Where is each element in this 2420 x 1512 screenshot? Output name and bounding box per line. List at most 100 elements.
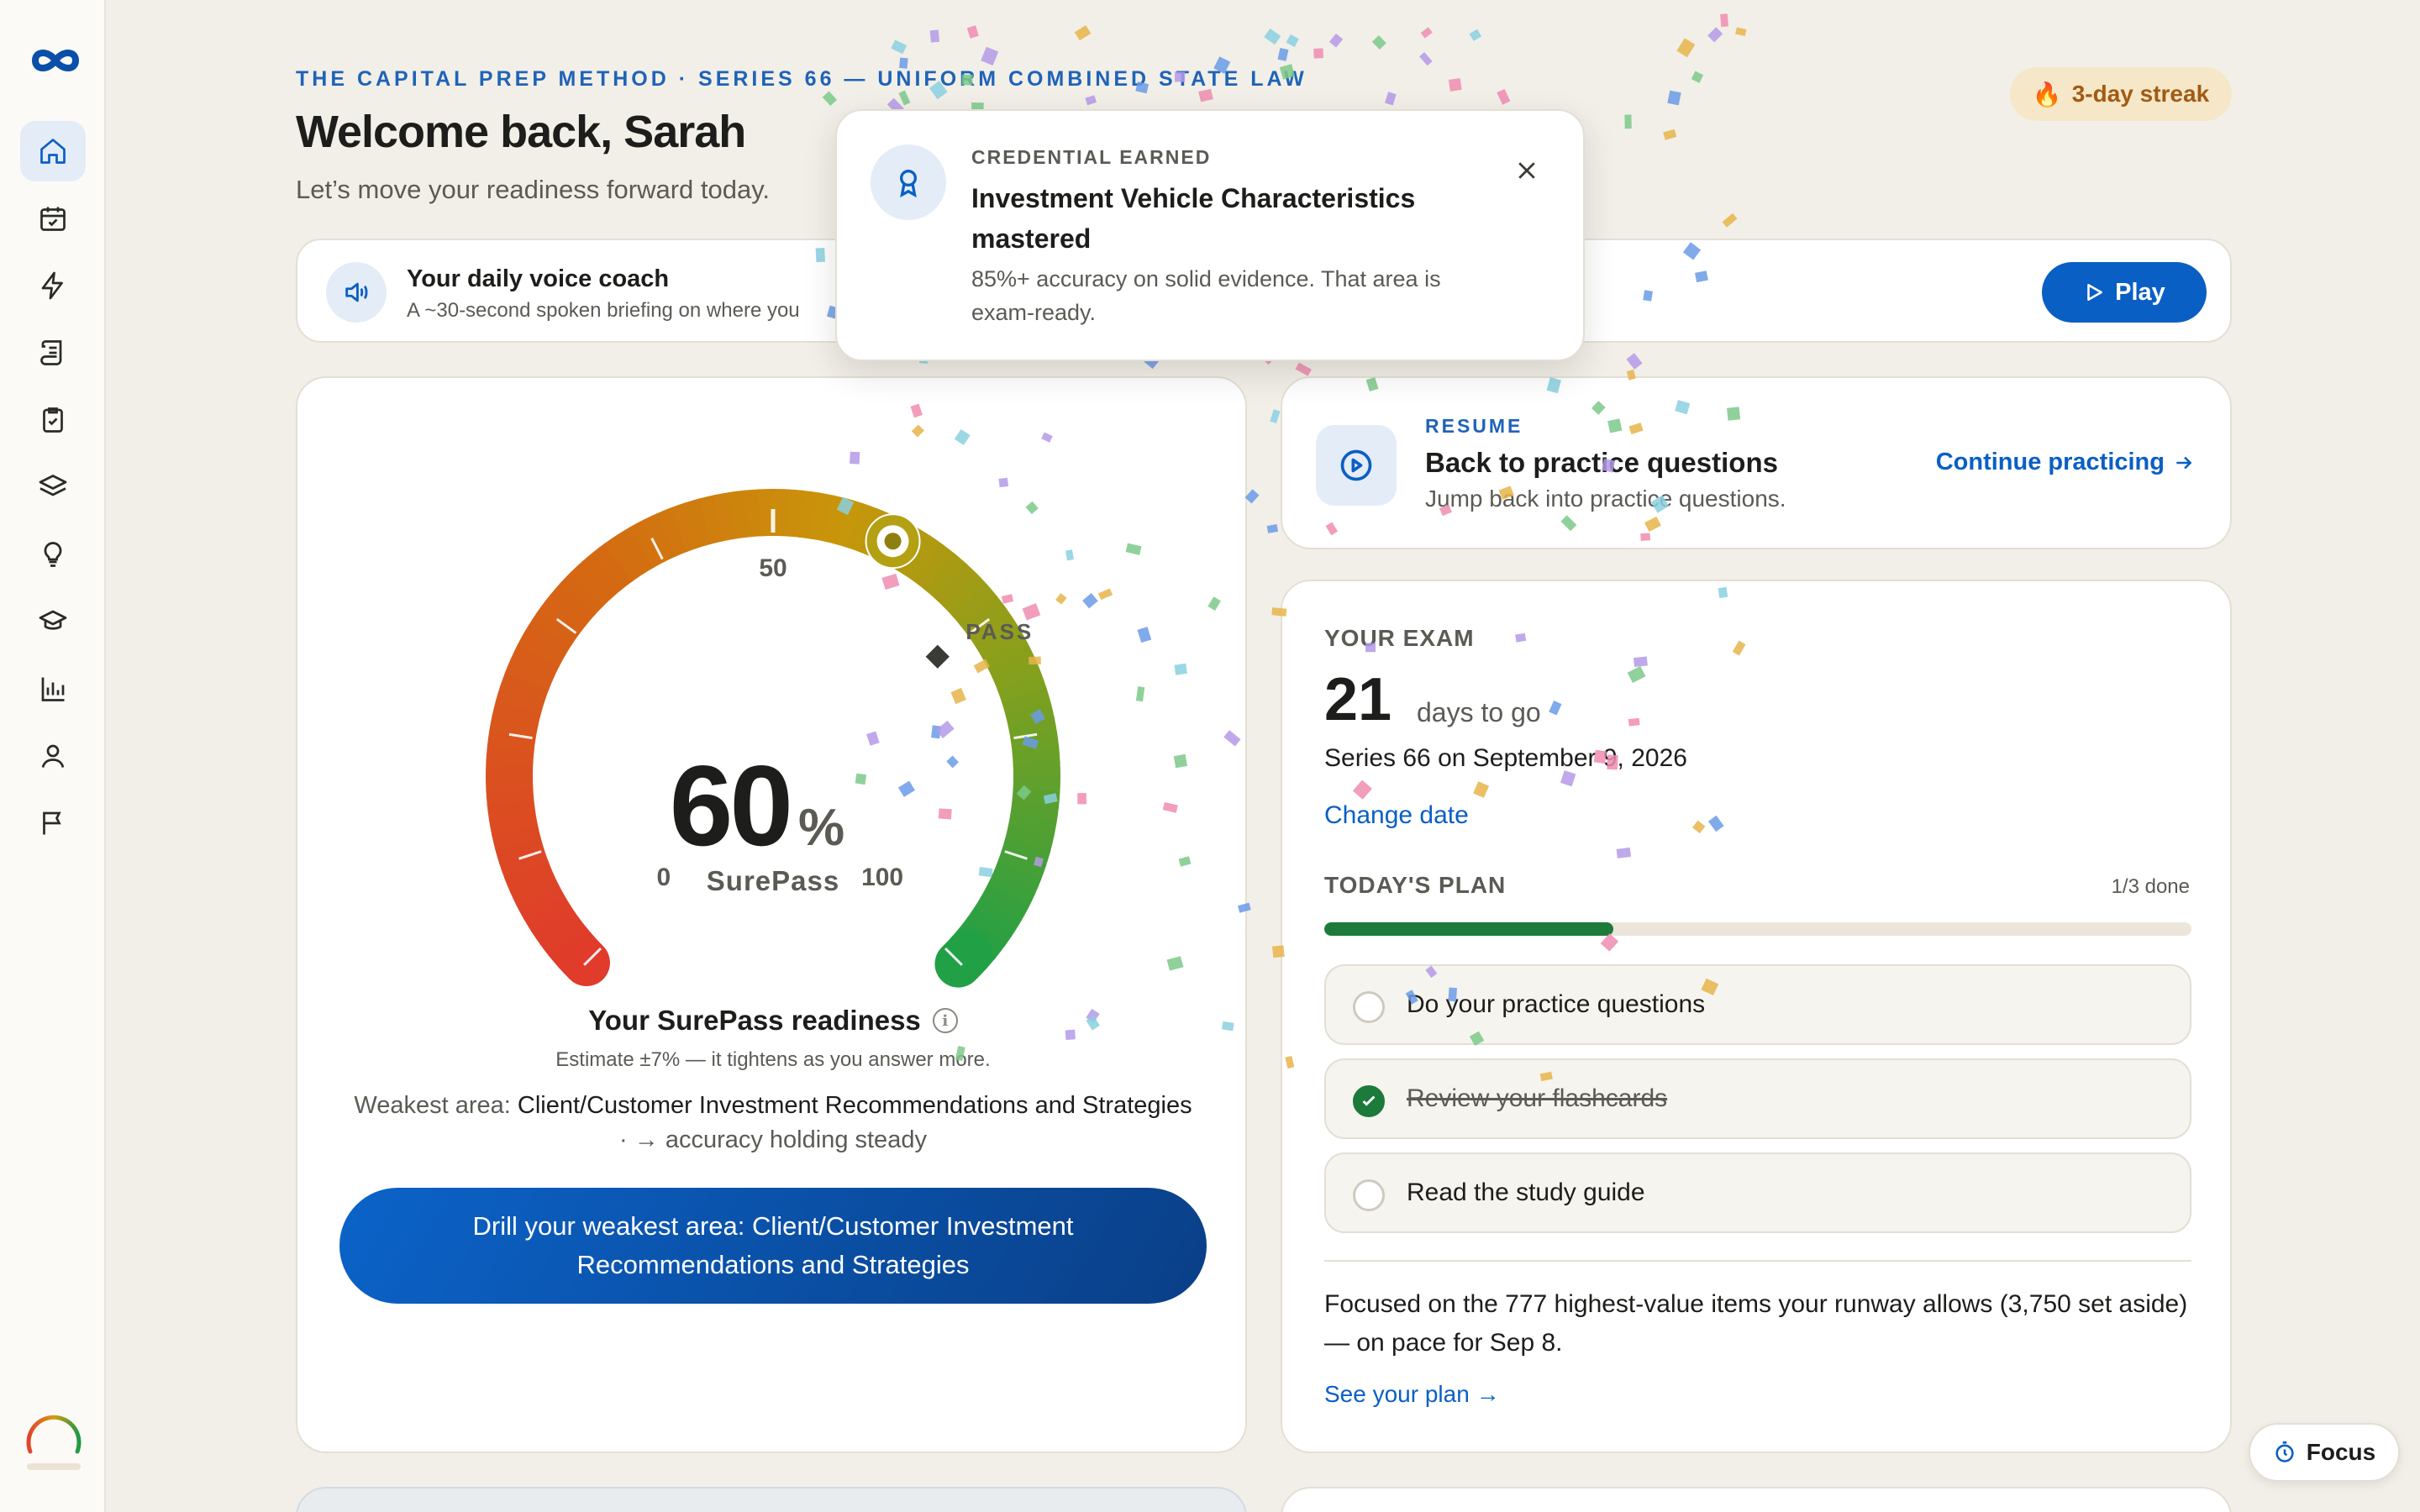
resume-card[interactable]: RESUME Back to practice questions Jump b… <box>1281 376 2232 549</box>
streak-badge[interactable]: 🔥 3-day streak <box>2010 67 2232 121</box>
layers-icon <box>39 475 67 496</box>
exam-eyebrow: YOUR EXAM <box>1324 625 1475 651</box>
confetti-piece <box>1074 25 1092 41</box>
resume-eyebrow: RESUME <box>1425 415 1523 437</box>
home-icon <box>40 139 66 164</box>
nav-insights[interactable] <box>20 524 86 585</box>
gauge-arc-segment <box>713 491 738 542</box>
gauge-arc-segment <box>903 535 944 583</box>
play-button[interactable]: Play <box>2042 262 2207 323</box>
play-label: Play <box>2115 278 2165 306</box>
pass-marker <box>925 644 950 669</box>
confetti-piece <box>1735 27 1747 36</box>
resume-subtitle: Jump back into practice questions. <box>1425 486 1786 512</box>
readiness-card: 0 50 100 PASS 60% SurePass Your SurePass read… <box>296 376 1247 1453</box>
gauge-knob-dot <box>884 533 902 550</box>
exam-date: Series 66 on September 9, 2026 <box>1324 744 1687 772</box>
voice-coach-subtitle: A ~30-second spoken briefing on where yo… <box>407 299 800 322</box>
arrow-right-icon <box>2176 456 2192 469</box>
confetti-piece <box>1626 353 1643 370</box>
weakest-area-name: Client/Customer Investment Recommendatio… <box>517 1092 1192 1119</box>
calendar-check-icon <box>40 207 66 231</box>
nav-quick-drill[interactable] <box>20 255 86 316</box>
nav-courses[interactable] <box>20 591 86 652</box>
checked-circle-icon[interactable] <box>1353 1085 1385 1117</box>
plan-task-label: Review your flashcards <box>1407 1084 1668 1112</box>
confetti-piece <box>822 91 838 107</box>
plan-task[interactable]: Read the study guide <box>1324 1152 2191 1233</box>
gauge-arc-segment <box>986 645 1037 680</box>
see-plan-link[interactable]: See your plan → <box>1324 1381 1500 1408</box>
app-logo[interactable] <box>30 44 81 77</box>
gauge-arc-segment <box>980 885 1029 922</box>
unchecked-circle-icon[interactable] <box>1353 991 1385 1023</box>
gauge-arc-segment <box>616 526 655 575</box>
gauge-arc-segment <box>1010 731 1060 753</box>
plan-progress-bar <box>1324 922 2191 936</box>
clipboard-check-icon <box>43 407 63 433</box>
nav-schedule[interactable] <box>20 188 86 249</box>
gauge-arc-segment <box>743 489 763 538</box>
mini-readiness-gauge-icon[interactable] <box>24 1408 84 1468</box>
confetti-piece <box>1667 90 1681 106</box>
gauge-arc-segment <box>603 533 644 582</box>
focus-label: Focus <box>2306 1439 2376 1465</box>
gauge-arc-segment <box>495 836 545 865</box>
nav-analytics[interactable] <box>20 659 86 719</box>
confetti-piece <box>1722 213 1738 228</box>
info-icon[interactable]: i <box>932 1008 958 1033</box>
confetti-piece <box>1624 114 1632 129</box>
gauge-arc-segment <box>1012 788 1060 809</box>
days-to-go-label: days to go <box>1417 697 1541 727</box>
readiness-estimate: Estimate ±7% — it tightens as you answer… <box>555 1048 991 1071</box>
play-icon <box>2087 284 2103 301</box>
gauge-arc-segment <box>530 905 579 946</box>
gauge-arc-segment <box>797 490 820 539</box>
gauge-arc-segment <box>934 562 978 608</box>
unchecked-circle-icon[interactable] <box>1353 1179 1385 1211</box>
confetti-piece <box>1497 88 1511 105</box>
scroll-icon <box>40 340 62 365</box>
plan-count: 1/3 done <box>2111 875 2190 898</box>
nav-practice-tests[interactable] <box>20 390 86 450</box>
nav-report[interactable] <box>20 793 86 853</box>
continue-practicing-link[interactable]: Continue practicing <box>1936 449 2195 476</box>
gauge-arc-segment <box>486 743 534 764</box>
confetti-piece <box>1720 13 1728 27</box>
focus-button[interactable]: Focus <box>2249 1423 2400 1482</box>
sidebar <box>0 0 106 1512</box>
close-icon[interactable] <box>1514 158 1539 183</box>
confetti-piece <box>1385 92 1397 106</box>
drill-weakest-button[interactable]: Drill your weakest area: Client/Customer… <box>339 1188 1207 1304</box>
plan-task[interactable]: Do your practice questions <box>1324 964 2191 1045</box>
plan-progress-fill <box>1324 922 1613 936</box>
speaker-icon <box>326 262 387 323</box>
next-card-right <box>1281 1487 2232 1512</box>
confetti-piece <box>898 90 911 106</box>
nav-profile[interactable] <box>20 726 86 786</box>
gauge-arc-segment <box>684 498 713 549</box>
voice-coach-title: Your daily voice coach <box>407 265 670 292</box>
nav-home[interactable] <box>20 121 86 181</box>
gauge-arc-segment <box>642 512 677 563</box>
fire-icon: 🔥 <box>2032 81 2062 108</box>
gauge-arc-segment <box>486 759 534 777</box>
change-date-link[interactable]: Change date <box>1324 801 1469 830</box>
gauge-arc-segment <box>728 490 750 539</box>
nav-flashcards[interactable] <box>20 457 86 517</box>
plan-task[interactable]: Review your flashcards <box>1324 1058 2191 1139</box>
toast-body: 85%+ accuracy on solid evidence. That ar… <box>971 266 1441 325</box>
mini-gauge-track <box>27 1463 81 1470</box>
credential-toast: CREDENTIAL EARNED Investment Vehicle Cha… <box>835 109 1585 361</box>
gauge-arc-segment <box>540 593 588 636</box>
gauge-arc-segment <box>785 489 806 538</box>
days-to-go-count: 21 <box>1324 666 1392 733</box>
streak-label: 3-day streak <box>2071 81 2210 107</box>
gauge-arc-segment <box>772 489 791 537</box>
gauge-arc-segment <box>655 507 689 557</box>
course-eyebrow: THE CAPITAL PREP METHOD · SERIES 66 — UN… <box>296 67 1307 91</box>
gauge-arc-segment <box>986 874 1036 909</box>
weakest-prefix: Weakest area: <box>354 1092 511 1119</box>
nav-study-guide[interactable] <box>20 323 86 383</box>
confetti-piece <box>1266 524 1279 533</box>
